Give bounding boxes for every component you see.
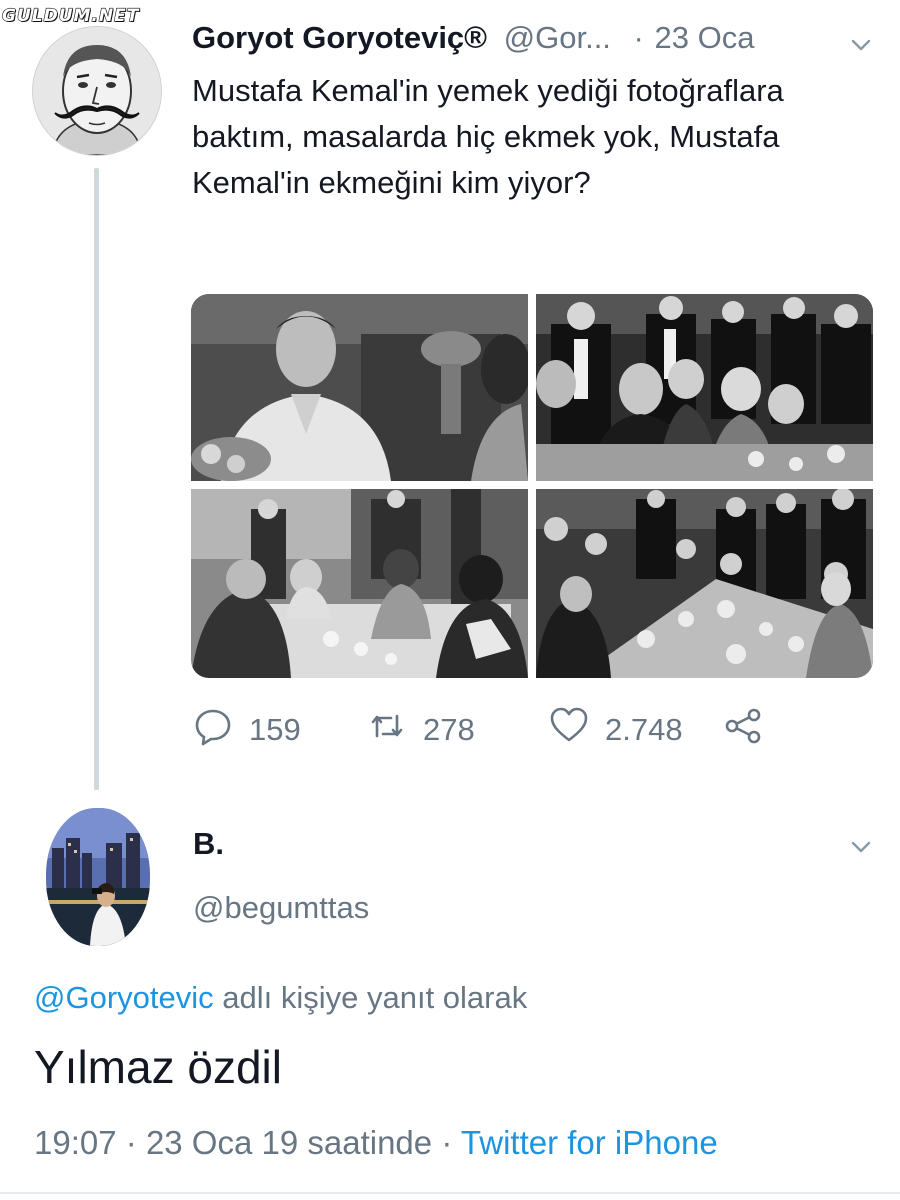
reply-icon	[193, 706, 249, 754]
thread-connector-line	[94, 168, 99, 790]
meta-separator: ·	[441, 1124, 453, 1161]
photo-1[interactable]	[191, 294, 528, 481]
reply-time[interactable]: 19:07	[34, 1124, 117, 1161]
author-handle[interactable]: @Gor...	[504, 20, 611, 55]
reply-author-avatar[interactable]	[46, 808, 150, 946]
client-link[interactable]: Twitter for iPhone	[461, 1124, 718, 1161]
header-separator: ·	[633, 20, 644, 55]
reply-count: 159	[249, 712, 301, 747]
tweet-actions: 159 278 2.748	[193, 706, 793, 756]
divider	[0, 1192, 900, 1194]
tweet-text: Mustafa Kemal'in yemek yediği fotoğrafla…	[192, 73, 784, 200]
reply-date[interactable]: 23 Oca 19 saatinde	[146, 1124, 432, 1161]
like-button[interactable]: 2.748	[549, 706, 683, 754]
photo-4[interactable]	[536, 489, 873, 678]
author-avatar[interactable]	[32, 26, 162, 156]
photo-2[interactable]	[536, 294, 873, 481]
retweet-button[interactable]: 278	[367, 706, 475, 754]
retweet-icon	[367, 706, 423, 754]
share-icon	[723, 706, 779, 754]
reply-to-suffix: adlı kişiye yanıt olarak	[213, 980, 528, 1015]
heart-icon	[549, 706, 605, 754]
reply-button[interactable]: 159	[193, 706, 301, 754]
chevron-down-icon[interactable]	[848, 32, 874, 58]
reply-meta: 19:07 · 23 Oca 19 saatinde · Twitter for…	[34, 1124, 718, 1162]
reply-text: Yılmaz özdil	[34, 1041, 282, 1093]
reply-context: @Goryotevic adlı kişiye yanıt olarak	[34, 980, 527, 1016]
meta-separator: ·	[125, 1124, 137, 1161]
share-button[interactable]	[723, 706, 779, 754]
watermark: GULDUM.NET	[1, 5, 140, 26]
reply-author-name[interactable]: B.	[193, 826, 224, 862]
tweet-header: Goryot Goryoteviç® @Gor... · 23 Oca	[192, 20, 754, 56]
reply-author-handle[interactable]: @begumttas	[193, 890, 369, 926]
like-count: 2.748	[605, 712, 683, 747]
photo-3[interactable]	[191, 489, 528, 678]
tweet-date[interactable]: 23 Oca	[655, 20, 755, 55]
retweet-count: 278	[423, 712, 475, 747]
chevron-down-icon[interactable]	[848, 834, 874, 860]
media-grid[interactable]	[191, 294, 873, 678]
author-name[interactable]: Goryot Goryoteviç®	[192, 20, 487, 55]
reply-to-link[interactable]: @Goryotevic	[34, 980, 214, 1015]
